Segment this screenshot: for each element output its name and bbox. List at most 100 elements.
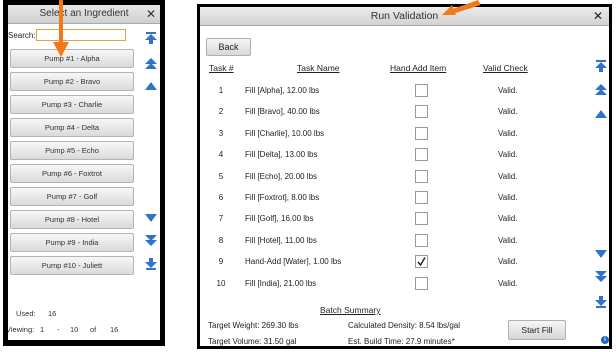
task-name: Fill [Hotel], 11.00 lbs (245, 235, 317, 245)
valid-check: Valid. (498, 86, 518, 95)
task-name: Fill [India], 21.00 lbs (245, 278, 317, 288)
hand-add-checkbox[interactable] (415, 84, 428, 97)
pointer-arrow-icon (442, 0, 480, 15)
pump-button-india[interactable]: Pump #9 - India (10, 233, 134, 252)
close-icon[interactable]: ✕ (146, 5, 156, 23)
hand-add-checkbox[interactable] (415, 255, 428, 269)
task-number: 4 (218, 150, 224, 160)
valid-check: Valid. (498, 214, 518, 224)
viewing-total: 16 (110, 325, 119, 334)
table-row: 1 Fill [Alpha], 12.00 lbs Valid. (200, 82, 560, 100)
hand-add-checkbox[interactable] (415, 169, 428, 183)
line-up-icon[interactable] (144, 79, 158, 93)
hand-add-checkbox[interactable] (415, 276, 428, 290)
pump-button-charlie[interactable]: Pump #3 - Charlie (10, 95, 134, 114)
validation-dialog-title: Run Validation (200, 7, 609, 26)
pump-button-foxtrot[interactable]: Pump #6 - Foxtrot (10, 164, 134, 183)
line-down-icon[interactable] (594, 247, 608, 261)
task-name: Fill [Echo], 20.00 lbs (245, 171, 318, 181)
task-number: 2 (218, 107, 224, 117)
task-name: Hand-Add [Water], 1.00 lbs (245, 257, 342, 267)
valid-check: Valid. (498, 257, 518, 267)
page-up-icon[interactable] (594, 83, 608, 97)
pointer-arrow-icon (53, 0, 69, 57)
target-volume: Target Volume: 31.50 gal (208, 337, 297, 346)
task-name: Fill [Charlie], 10.00 lbs (245, 128, 325, 138)
valid-check: Valid. (498, 278, 518, 288)
est-build-time: Est. Build Time: 27.9 minutes* (348, 337, 455, 346)
task-number: 7 (218, 214, 224, 224)
task-number: 5 (218, 171, 224, 181)
scroll-top-icon[interactable] (144, 31, 158, 45)
pump-button-alpha[interactable]: Pump #1 - Alpha (10, 49, 134, 68)
task-number: 3 (218, 128, 224, 138)
scroll-top-icon[interactable] (594, 59, 608, 73)
valid-check: Valid. (498, 128, 518, 138)
column-header-hand-add: Hand Add Item (390, 63, 447, 73)
viewing-from: 1 (40, 325, 45, 334)
pump-button-echo[interactable]: Pump #5 - Echo (10, 141, 134, 160)
hand-add-checkbox[interactable] (415, 191, 428, 204)
hand-add-checkbox[interactable] (415, 105, 428, 119)
validation-dialog: Run Validation ✕ Back Task # Task Name H… (200, 7, 609, 346)
back-button[interactable]: Back (206, 38, 251, 56)
scroll-bottom-icon[interactable] (594, 295, 608, 309)
page-up-icon[interactable] (144, 57, 158, 71)
calculated-density: Calculated Density: 8.54 lbs/gal (348, 321, 461, 330)
pump-list: Pump #1 - Alpha Pump #2 - Bravo Pump #3 … (10, 49, 134, 279)
hand-add-checkbox[interactable] (415, 126, 428, 140)
close-icon[interactable]: ✕ (593, 7, 603, 25)
used-value: 16 (48, 309, 57, 318)
column-header-task-number: Task # (209, 63, 234, 73)
table-row: 9 Hand-Add [Water], 1.00 lbs Valid. (200, 253, 560, 271)
table-row: 10 Fill [India], 21.00 lbs Valid. (200, 275, 560, 293)
valid-check: Valid. (498, 150, 518, 160)
pump-button-delta[interactable]: Pump #4 - Delta (10, 118, 134, 137)
task-number: 8 (218, 235, 224, 245)
ingredient-dialog: Select an Ingredient ✕ Search: Pump #1 -… (8, 5, 160, 340)
task-number: 10 (216, 278, 226, 288)
batch-summary-title: Batch Summary (320, 305, 381, 315)
column-header-task-name: Task Name (297, 63, 340, 73)
column-header-valid-check: Valid Check (483, 63, 528, 73)
scroll-bottom-icon[interactable] (144, 257, 158, 271)
ingredient-dialog-title: Select an Ingredient (8, 5, 160, 24)
line-up-icon[interactable] (594, 107, 608, 121)
hand-add-checkbox[interactable] (415, 212, 428, 226)
task-name: Fill [Alpha], 12.00 lbs (245, 86, 320, 95)
start-fill-button[interactable]: Start Fill (508, 320, 566, 340)
table-row: 6 Fill [Foxtrot], 8.00 lbs Valid. (200, 189, 560, 207)
valid-check: Valid. (498, 171, 518, 181)
search-row: Search: (8, 29, 148, 43)
valid-check: Valid. (498, 107, 518, 117)
task-name: Fill [Foxtrot], 8.00 lbs (245, 193, 320, 202)
search-input[interactable] (36, 29, 126, 41)
pump-button-bravo[interactable]: Pump #2 - Bravo (10, 72, 134, 91)
pump-button-juliett[interactable]: Pump #10 - Juliett (10, 256, 134, 275)
checkmark-icon (417, 257, 426, 267)
page-down-icon[interactable] (144, 234, 158, 248)
table-row: 8 Fill [Hotel], 11.00 lbs Valid. (200, 232, 560, 250)
viewing-of: of (90, 325, 97, 334)
used-label: Used: (16, 309, 36, 318)
viewing-dash: - (57, 325, 60, 334)
validation-dialog-frame: Run Validation ✕ Back Task # Task Name H… (197, 4, 612, 349)
info-icon[interactable]: i (601, 336, 609, 344)
task-name: Fill [Bravo], 40.00 lbs (245, 107, 320, 117)
viewing-label: Viewing: (8, 325, 35, 334)
pump-button-hotel[interactable]: Pump #8 - Hotel (10, 210, 134, 229)
task-number: 9 (218, 257, 224, 267)
table-row: 4 Fill [Delta], 13.00 lbs Valid. (200, 146, 560, 164)
hand-add-checkbox[interactable] (415, 148, 428, 162)
valid-check: Valid. (498, 193, 518, 202)
hand-add-checkbox[interactable] (415, 233, 428, 247)
target-weight: Target Weight: 269.30 lbs (208, 321, 299, 330)
table-row: 2 Fill [Bravo], 40.00 lbs Valid. (200, 103, 560, 121)
task-name: Fill [Delta], 13.00 lbs (245, 150, 318, 160)
pump-button-golf[interactable]: Pump #7 - Golf (10, 187, 134, 206)
table-row: 3 Fill [Charlie], 10.00 lbs Valid. (200, 125, 560, 143)
line-down-icon[interactable] (144, 211, 158, 225)
page-down-icon[interactable] (594, 270, 608, 284)
search-label: Search: (8, 31, 36, 40)
ingredient-dialog-frame: Select an Ingredient ✕ Search: Pump #1 -… (3, 0, 165, 346)
